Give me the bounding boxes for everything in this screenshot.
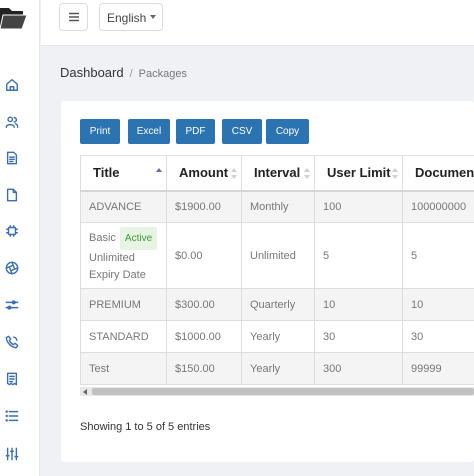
column-header-title[interactable]: Title bbox=[80, 155, 167, 192]
chip-icon[interactable] bbox=[4, 223, 20, 239]
cell-documents: 100000000 bbox=[402, 190, 474, 223]
scroll-left-arrow-icon[interactable] bbox=[83, 389, 87, 395]
home-icon[interactable] bbox=[4, 77, 20, 93]
table-header-row: Title Amount Interval User Limit Documen bbox=[80, 155, 474, 192]
cell-documents: 10 bbox=[402, 288, 474, 321]
cell-documents: 99999 bbox=[402, 352, 474, 385]
sort-icon bbox=[304, 168, 310, 180]
sort-icon bbox=[231, 168, 237, 180]
sort-icon bbox=[392, 168, 398, 180]
excel-button[interactable]: Excel bbox=[128, 119, 170, 144]
list-icon[interactable] bbox=[4, 408, 20, 424]
cell-user-limit: 300 bbox=[314, 352, 403, 385]
cell-interval: Yearly bbox=[241, 352, 315, 385]
cell-title-extra: Unlimited Expiry Date bbox=[89, 252, 146, 281]
table-row: Test $150.00 Yearly 300 99999 bbox=[80, 352, 474, 385]
phone-icon[interactable] bbox=[4, 334, 20, 350]
column-header-amount[interactable]: Amount bbox=[166, 155, 242, 192]
cell-interval: Yearly bbox=[241, 320, 315, 353]
cell-interval: Quarterly bbox=[241, 288, 315, 321]
sliders-icon[interactable] bbox=[4, 297, 20, 313]
hamburger-menu-button[interactable] bbox=[59, 3, 88, 31]
column-header-label: Documen bbox=[415, 165, 474, 181]
breadcrumb-dashboard-link[interactable]: Dashboard bbox=[60, 65, 124, 80]
cell-title-text: Basic bbox=[89, 232, 116, 244]
column-header-label: User Limit bbox=[327, 165, 391, 181]
horizontal-scrollbar[interactable] bbox=[80, 387, 474, 396]
cell-interval: Unlimited bbox=[241, 222, 315, 289]
cell-title: STANDARD bbox=[80, 320, 167, 353]
csv-button[interactable]: CSV bbox=[222, 119, 262, 144]
table-info-text: Showing 1 to 5 of 5 entries bbox=[80, 421, 211, 433]
column-header-documents[interactable]: Documen bbox=[402, 155, 474, 192]
table-row: ADVANCE $1900.00 Monthly 100 100000000 bbox=[80, 190, 474, 223]
file-icon[interactable] bbox=[4, 187, 20, 203]
packages-table: Title Amount Interval User Limit Documen… bbox=[80, 155, 474, 385]
column-header-label: Interval bbox=[254, 165, 301, 181]
cell-documents: 30 bbox=[402, 320, 474, 353]
column-header-user-limit[interactable]: User Limit bbox=[314, 155, 403, 192]
cell-title: PREMIUM bbox=[80, 288, 167, 321]
table-row: PREMIUM $300.00 Quarterly 10 10 bbox=[80, 288, 474, 321]
breadcrumb-current: Packages bbox=[138, 68, 187, 80]
document-icon[interactable] bbox=[4, 150, 20, 166]
caret-down-icon bbox=[150, 15, 156, 19]
cell-user-limit: 10 bbox=[314, 288, 403, 321]
language-select-value: English bbox=[107, 11, 147, 25]
language-select[interactable]: English bbox=[99, 3, 163, 31]
copy-button[interactable]: Copy bbox=[266, 119, 309, 144]
cell-amount: $1900.00 bbox=[166, 190, 242, 223]
packages-card: Print Excel PDF CSV Copy Title Amount In… bbox=[61, 101, 474, 462]
scrollbar-thumb[interactable] bbox=[92, 388, 474, 395]
hamburger-icon bbox=[68, 12, 79, 22]
top-header: English bbox=[41, 0, 474, 46]
column-header-label: Amount bbox=[179, 165, 229, 181]
cell-user-limit: 100 bbox=[314, 190, 403, 223]
pdf-button[interactable]: PDF bbox=[176, 119, 215, 144]
cell-interval: Monthly bbox=[241, 190, 315, 223]
cell-amount: $1000.00 bbox=[166, 320, 242, 353]
users-icon[interactable] bbox=[4, 114, 20, 130]
cell-documents: 5 bbox=[402, 222, 474, 289]
receipt-icon[interactable] bbox=[4, 371, 20, 387]
status-badge: Active bbox=[119, 227, 158, 250]
cell-amount: $150.00 bbox=[166, 352, 242, 385]
cell-amount: $300.00 bbox=[166, 288, 242, 321]
table-row: STANDARD $1000.00 Yearly 30 30 bbox=[80, 320, 474, 353]
cell-title: Basic Active Unlimited Expiry Date bbox=[80, 222, 167, 289]
breadcrumb-separator: / bbox=[129, 68, 133, 80]
cell-title: ADVANCE bbox=[80, 190, 167, 223]
column-header-label: Title bbox=[93, 165, 120, 181]
sort-ascending-icon bbox=[156, 168, 162, 180]
settings-sliders-icon[interactable] bbox=[4, 446, 20, 462]
packages-table-wrapper: Title Amount Interval User Limit Documen… bbox=[80, 155, 474, 399]
aperture-icon[interactable] bbox=[4, 260, 20, 276]
cell-user-limit: 5 bbox=[314, 222, 403, 289]
folder-logo-icon[interactable] bbox=[0, 2, 28, 32]
table-row: Basic Active Unlimited Expiry Date $0.00 U… bbox=[80, 222, 474, 289]
print-button[interactable]: Print bbox=[80, 119, 120, 144]
breadcrumb: Dashboard / Packages bbox=[60, 65, 187, 80]
column-header-interval[interactable]: Interval bbox=[241, 155, 315, 192]
sidebar bbox=[0, 0, 40, 476]
cell-amount: $0.00 bbox=[166, 222, 242, 289]
cell-title: Test bbox=[80, 352, 167, 385]
cell-user-limit: 30 bbox=[314, 320, 403, 353]
